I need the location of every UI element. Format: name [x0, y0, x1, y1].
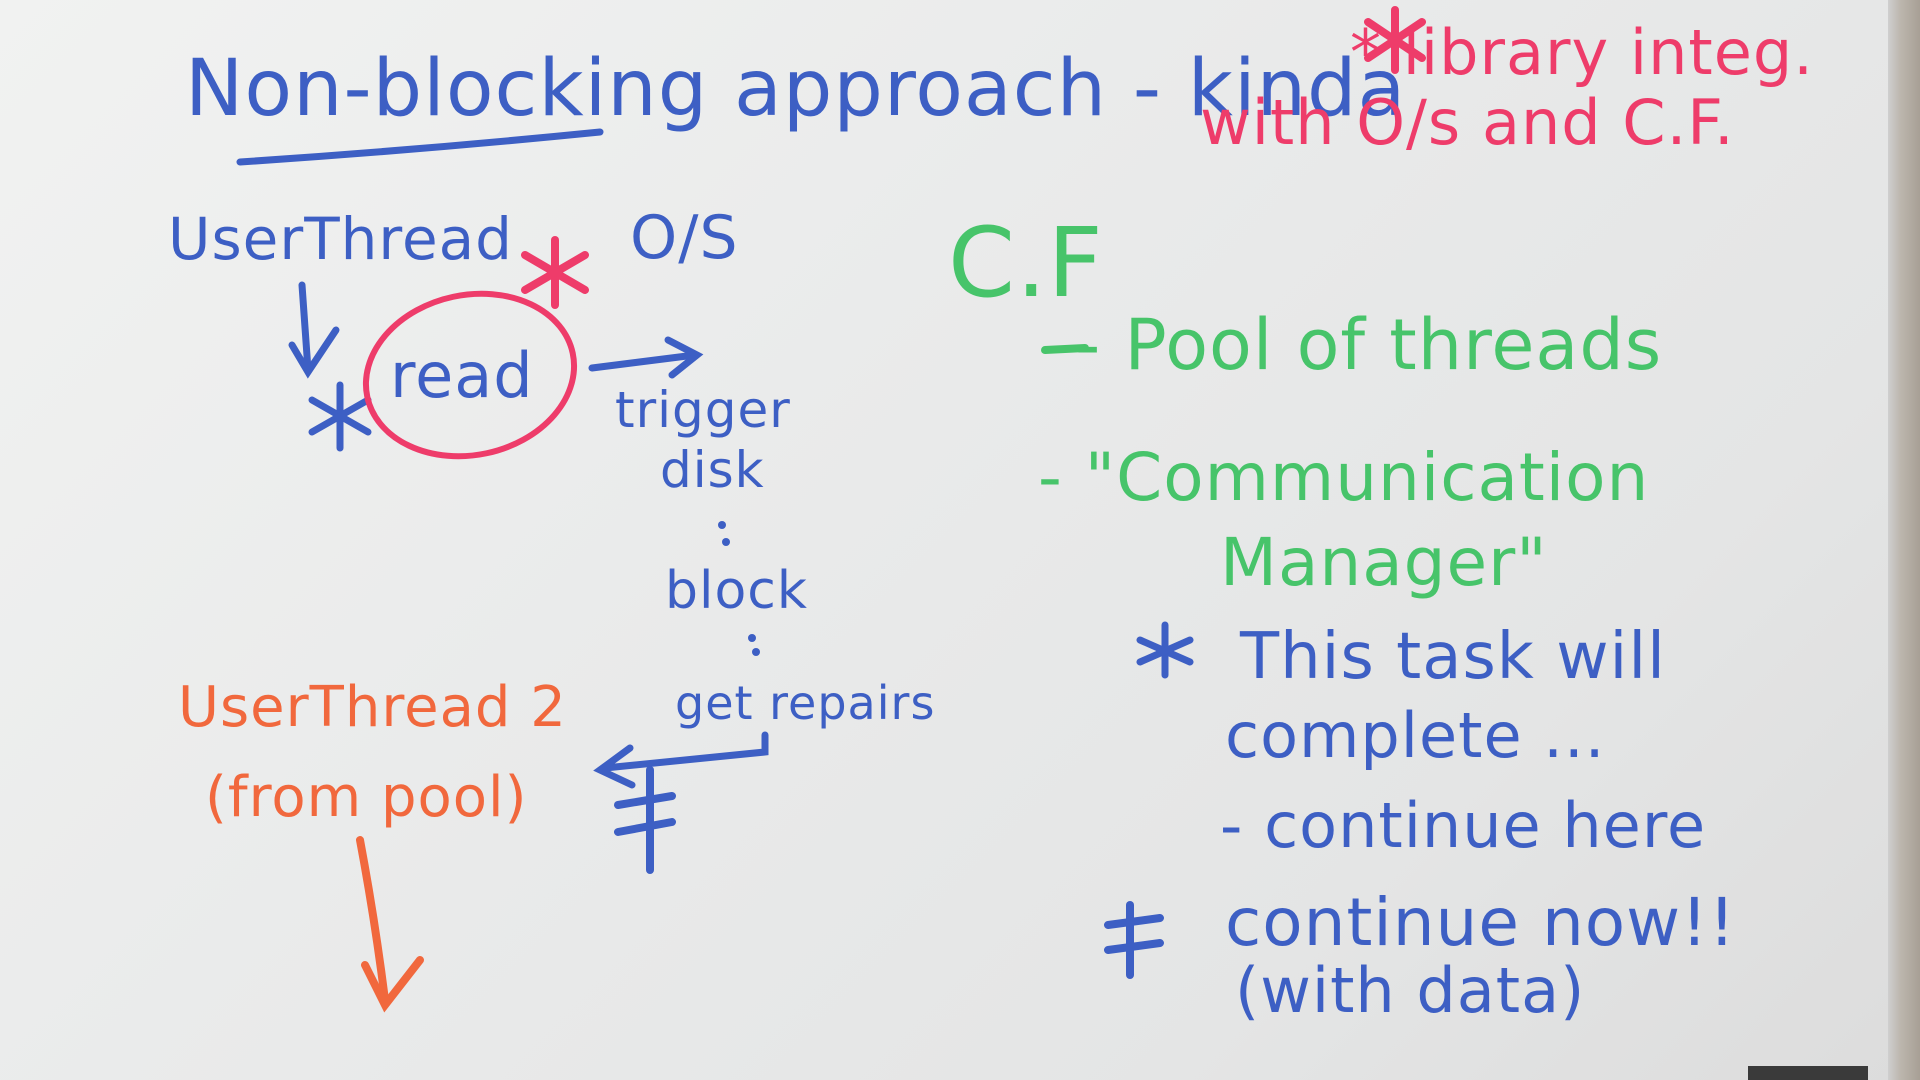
read-label: read — [390, 339, 534, 412]
library-note-line2: with O/s and C.F. — [1200, 86, 1735, 159]
task-complete-line1: This task will — [1240, 620, 1666, 694]
left-arrow-icon — [593, 731, 769, 789]
right-arrow-icon — [588, 336, 704, 379]
marker-tray — [1748, 1066, 1868, 1080]
with-data-line: (with data) — [1235, 954, 1586, 1027]
os-label: O/S — [630, 203, 739, 273]
double-dagger-icon — [614, 766, 676, 874]
disk-label: disk — [660, 441, 765, 499]
communication-manager-line2: Manager" — [1220, 524, 1548, 601]
block-label: block — [665, 561, 808, 621]
communication-manager-line1: - "Communication — [1038, 439, 1650, 516]
trigger-label: trigger — [615, 381, 791, 439]
continue-here-line: - continue here — [1220, 789, 1707, 862]
library-note-line1: * library integ. — [1350, 16, 1814, 89]
task-complete-line2: complete ... — [1225, 699, 1606, 772]
get-repairs-label: get repairs — [675, 676, 936, 730]
cf-heading: C.F — [948, 207, 1104, 319]
pool-of-threads-item: - Pool of threads — [1075, 304, 1663, 386]
whiteboard: Non-blocking approach - kinda * library … — [0, 0, 1920, 1080]
double-dagger-icon — [1104, 901, 1164, 979]
from-pool-label: (from pool) — [205, 765, 528, 830]
title-underline — [236, 128, 604, 166]
red-asterisk-icon — [521, 236, 589, 309]
blue-asterisk-icon — [1136, 621, 1194, 679]
continue-now-line: continue now!! — [1225, 884, 1737, 961]
user-thread-2-label: UserThread 2 — [178, 675, 567, 740]
user-thread-label: UserThread — [168, 205, 514, 273]
down-arrow-icon — [288, 281, 340, 379]
blue-asterisk-icon — [308, 381, 372, 452]
whiteboard-frame-edge — [1888, 0, 1920, 1080]
orange-down-arrow-icon — [356, 836, 424, 1013]
